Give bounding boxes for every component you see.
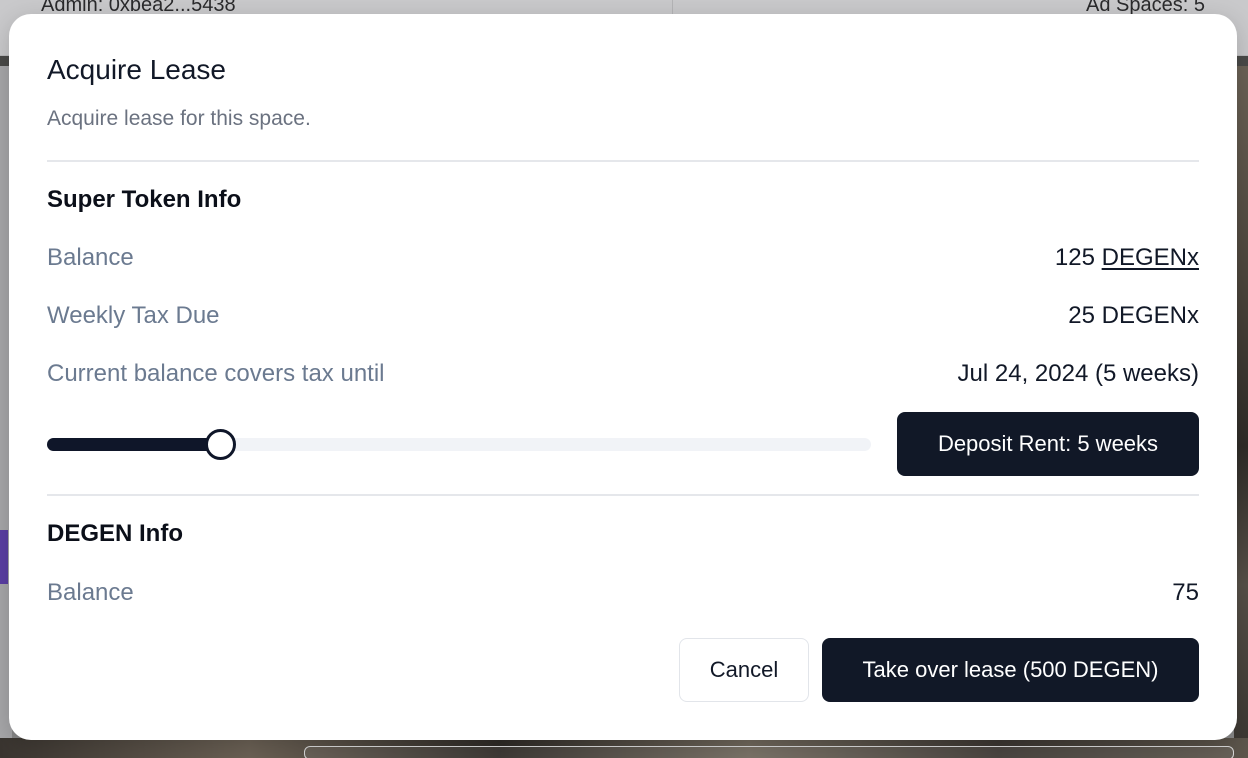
degen-balance-value: 75 xyxy=(1172,579,1199,606)
super-token-heading: Super Token Info xyxy=(47,186,242,213)
divider xyxy=(47,494,1199,496)
divider xyxy=(47,160,1199,162)
background-accent xyxy=(0,530,8,584)
take-over-lease-button[interactable]: Take over lease (500 DEGEN) xyxy=(822,638,1199,702)
weekly-tax-label: Weekly Tax Due xyxy=(47,302,220,329)
degen-info-heading: DEGEN Info xyxy=(47,520,183,547)
rent-weeks-slider[interactable] xyxy=(47,429,871,460)
dialog-title: Acquire Lease xyxy=(47,54,227,85)
super-token-balance-value: 125 DEGENx xyxy=(1055,244,1199,272)
acquire-lease-dialog: Acquire Lease Acquire lease for this spa… xyxy=(9,14,1237,740)
slider-thumb[interactable] xyxy=(205,429,237,460)
cancel-button[interactable]: Cancel xyxy=(679,638,809,702)
dialog-subtitle: Acquire lease for this space. xyxy=(47,107,311,130)
background-bottom-box xyxy=(304,746,1234,758)
covers-until-value: Jul 24, 2024 (5 weeks) xyxy=(957,360,1199,387)
covers-until-label: Current balance covers tax until xyxy=(47,360,385,387)
weekly-tax-value: 25 DEGENx xyxy=(1068,302,1199,329)
degen-balance-label: Balance xyxy=(47,579,134,606)
slider-fill xyxy=(47,438,221,451)
deposit-rent-button[interactable]: Deposit Rent: 5 weeks xyxy=(897,412,1199,476)
balance-amount: 125 xyxy=(1054,244,1095,271)
super-token-balance-label: Balance xyxy=(47,244,134,271)
degenx-token-link[interactable]: DEGENx xyxy=(1102,244,1199,271)
